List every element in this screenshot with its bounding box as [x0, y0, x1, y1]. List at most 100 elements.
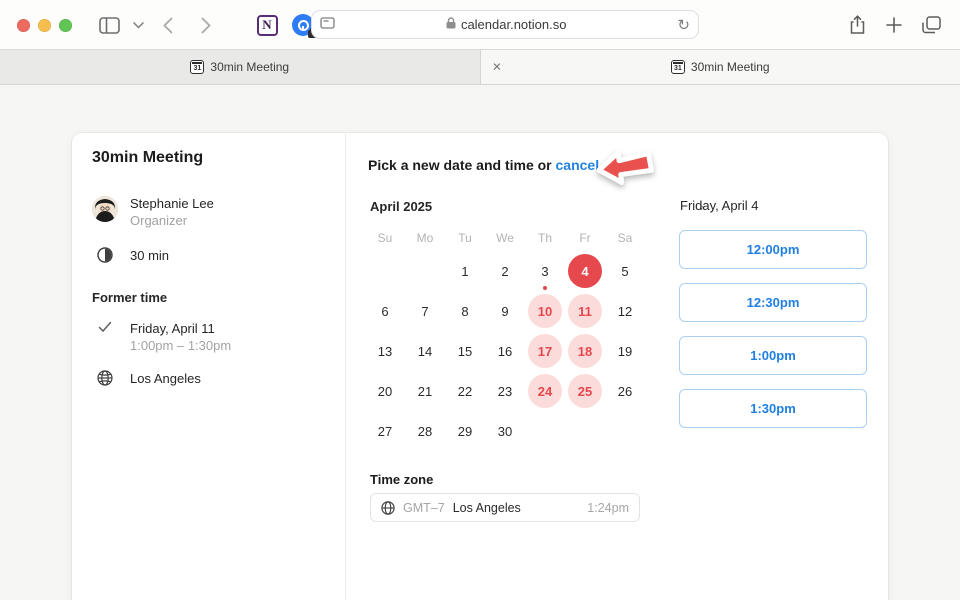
weekday-label: Sa	[605, 231, 645, 245]
day-cell-5[interactable]: 5	[605, 251, 645, 291]
tab-30min-meeting-1[interactable]: 31 30min Meeting	[0, 50, 481, 84]
calendar-grid: 1234567891011121314151617181920212223242…	[365, 251, 645, 451]
empty-day-cell	[525, 411, 565, 451]
forward-button[interactable]	[194, 13, 218, 37]
tab-label: 30min Meeting	[691, 60, 770, 74]
url-text: calendar.notion.so	[461, 17, 567, 32]
day-cell-20[interactable]: 20	[365, 371, 405, 411]
tls-lock-icon	[446, 17, 456, 32]
picker-heading: Pick a new date and time or cancel	[368, 157, 599, 173]
address-bar[interactable]: calendar.notion.so ↻	[311, 10, 699, 39]
weekday-label: Tu	[445, 231, 485, 245]
day-cell-28[interactable]: 28	[405, 411, 445, 451]
empty-day-cell	[405, 251, 445, 291]
day-cell-4[interactable]: 4	[565, 251, 605, 291]
organizer-name: Stephanie Lee	[130, 196, 214, 211]
zoom-window-button[interactable]	[59, 19, 72, 32]
browser-toolbar: N calendar.notion.so ↻	[0, 0, 960, 49]
annotation-arrow-icon	[592, 143, 658, 198]
meeting-title: 30min Meeting	[92, 149, 203, 167]
timezone-city: Los Angeles	[453, 501, 521, 515]
notion-logo: N	[257, 15, 278, 36]
day-cell-1[interactable]: 1	[445, 251, 485, 291]
day-cell-11[interactable]: 11	[565, 291, 605, 331]
reload-icon[interactable]: ↻	[677, 16, 690, 34]
day-cell-7[interactable]: 7	[405, 291, 445, 331]
day-cell-12[interactable]: 12	[605, 291, 645, 331]
tab-group-dropdown-icon[interactable]	[126, 13, 150, 37]
day-cell-27[interactable]: 27	[365, 411, 405, 451]
calendar-month-row: April 2025 ›	[370, 198, 712, 214]
day-cell-30[interactable]: 30	[485, 411, 525, 451]
day-cell-8[interactable]: 8	[445, 291, 485, 331]
picker-heading-text: Pick a new date and time or	[368, 157, 556, 173]
calendar-month-label: April 2025	[370, 199, 432, 214]
former-date: Friday, April 11	[130, 321, 231, 336]
day-cell-19[interactable]: 19	[605, 331, 645, 371]
selected-date-label: Friday, April 4	[680, 198, 759, 213]
former-time-label: Former time	[92, 290, 167, 305]
day-cell-15[interactable]: 15	[445, 331, 485, 371]
check-icon	[92, 321, 118, 333]
weekday-label: We	[485, 231, 525, 245]
day-cell-23[interactable]: 23	[485, 371, 525, 411]
calendar-weekday-row: SuMoTuWeThFrSa	[365, 231, 645, 245]
new-tab-icon[interactable]	[882, 13, 906, 37]
empty-day-cell	[565, 411, 605, 451]
time-slot-button-1:30pm[interactable]: 1:30pm	[679, 389, 867, 428]
event-dot	[543, 286, 547, 290]
day-cell-24[interactable]: 24	[525, 371, 565, 411]
former-range: 1:00pm – 1:30pm	[130, 338, 231, 353]
back-button[interactable]	[156, 13, 180, 37]
panel-divider	[345, 133, 346, 600]
day-cell-2[interactable]: 2	[485, 251, 525, 291]
minimize-window-button[interactable]	[38, 19, 51, 32]
day-cell-14[interactable]: 14	[405, 331, 445, 371]
sidebar-toggle-icon[interactable]	[97, 13, 121, 37]
duration-text: 30 min	[130, 248, 169, 263]
day-cell-9[interactable]: 9	[485, 291, 525, 331]
day-cell-10[interactable]: 10	[525, 291, 565, 331]
day-cell-13[interactable]: 13	[365, 331, 405, 371]
organizer-row: Stephanie Lee Organizer	[92, 196, 214, 228]
page-settings-icon[interactable]	[320, 16, 335, 34]
day-cell-25[interactable]: 25	[565, 371, 605, 411]
day-cell-26[interactable]: 26	[605, 371, 645, 411]
day-cell-21[interactable]: 21	[405, 371, 445, 411]
notion-extension-icon[interactable]: N	[255, 13, 279, 37]
weekday-label: Fr	[565, 231, 605, 245]
tab-label: 30min Meeting	[210, 60, 289, 74]
weekday-label: Th	[525, 231, 565, 245]
window-controls	[17, 19, 72, 32]
organizer-role: Organizer	[130, 213, 214, 228]
day-cell-22[interactable]: 22	[445, 371, 485, 411]
duration-row: 30 min	[92, 247, 169, 263]
day-cell-18[interactable]: 18	[565, 331, 605, 371]
location-row: Los Angeles	[92, 370, 201, 386]
time-slot-button-1:00pm[interactable]: 1:00pm	[679, 336, 867, 375]
timezone-selector[interactable]: GMT–7 Los Angeles 1:24pm	[370, 493, 640, 522]
close-window-button[interactable]	[17, 19, 30, 32]
organizer-avatar	[92, 196, 118, 222]
day-cell-6[interactable]: 6	[365, 291, 405, 331]
time-slot-button-12:00pm[interactable]: 12:00pm	[679, 230, 867, 269]
duration-icon	[92, 247, 118, 263]
scheduling-card: 30min Meeting Stephanie Lee Organizer	[72, 133, 888, 600]
close-tab-icon[interactable]: ×	[493, 60, 502, 75]
page-content: 30min Meeting Stephanie Lee Organizer	[0, 85, 960, 599]
timezone-offset: GMT–7	[403, 501, 445, 515]
time-slot-list: 12:00pm 12:30pm 1:00pm 1:30pm	[679, 230, 867, 428]
time-slot-button-12:30pm[interactable]: 12:30pm	[679, 283, 867, 322]
day-cell-3[interactable]: 3	[525, 251, 565, 291]
timezone-current-time: 1:24pm	[587, 501, 629, 515]
empty-day-cell	[605, 411, 645, 451]
weekday-label: Mo	[405, 231, 445, 245]
share-icon[interactable]	[845, 13, 869, 37]
weekday-label: Su	[365, 231, 405, 245]
day-cell-17[interactable]: 17	[525, 331, 565, 371]
timezone-label: Time zone	[370, 472, 433, 487]
tab-overview-icon[interactable]	[919, 13, 943, 37]
tab-30min-meeting-2[interactable]: × 31 30min Meeting	[481, 50, 960, 84]
day-cell-29[interactable]: 29	[445, 411, 485, 451]
day-cell-16[interactable]: 16	[485, 331, 525, 371]
